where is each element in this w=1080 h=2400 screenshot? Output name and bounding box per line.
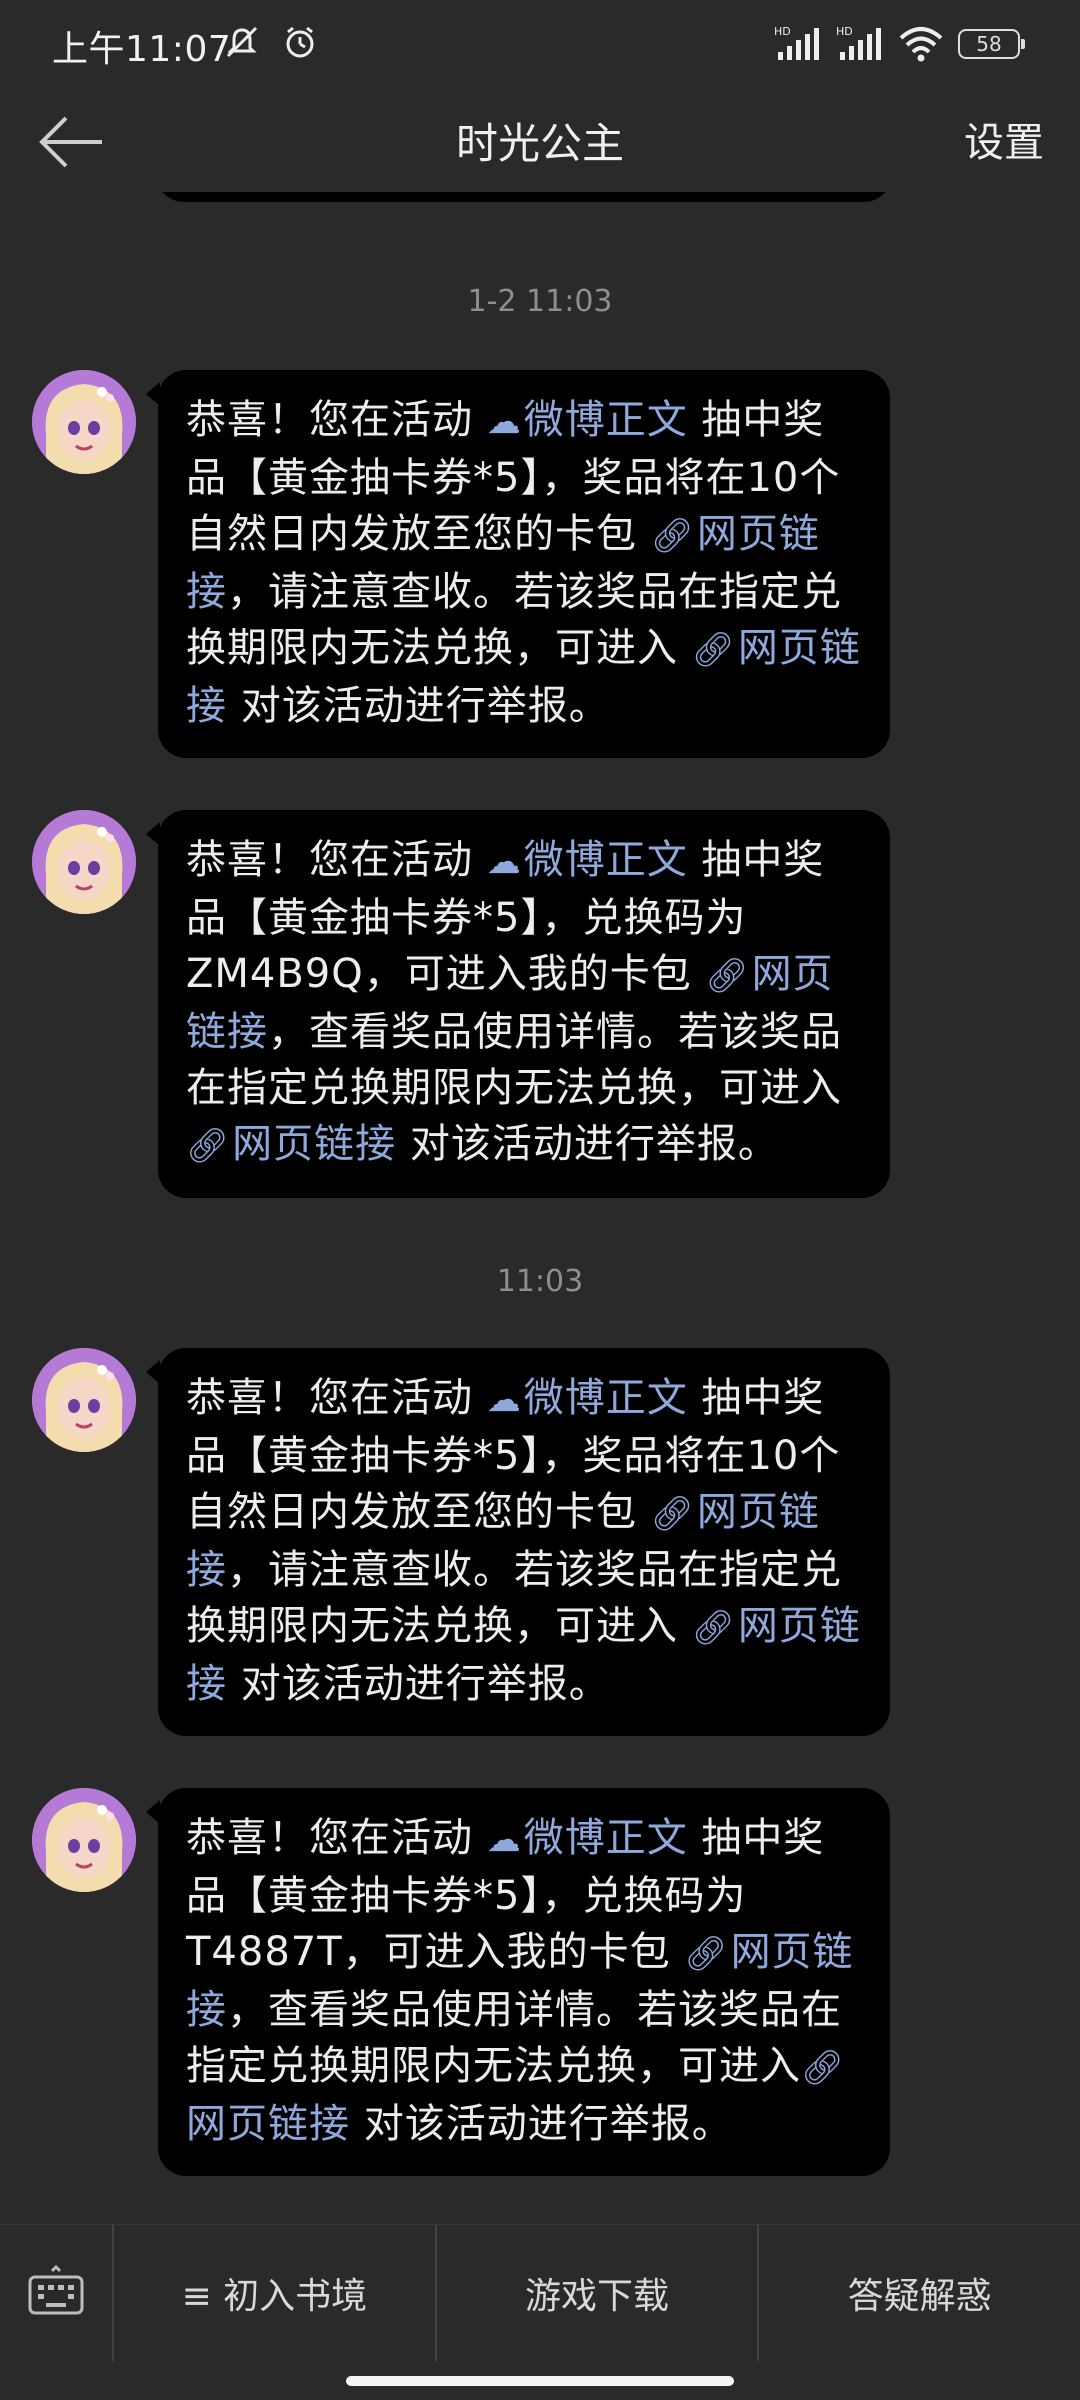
bottom-menu-bar: ≡ 初入书境 游戏下载 答疑解惑 xyxy=(0,2224,1080,2361)
svg-text:HD: HD xyxy=(836,25,853,38)
settings-button[interactable]: 设置 xyxy=(964,110,1044,168)
link-icon: 🔗︎ xyxy=(705,956,750,996)
avatar[interactable] xyxy=(32,370,136,474)
message-bubble: 恭喜！您在活动 ☁微博正文 抽中奖品【黄金抽卡券*5】，兑换码为ZM4B9Q，可… xyxy=(146,810,890,1198)
avatar[interactable] xyxy=(32,1788,136,1892)
weibo-post-link[interactable]: ☁微博正文 xyxy=(487,1815,688,1861)
link-icon: 🔗︎ xyxy=(684,1934,729,1974)
status-bar: 上午11:07 HD HD 58 xyxy=(0,0,1080,92)
link-icon: 🔗︎ xyxy=(691,630,736,670)
princess-avatar-icon xyxy=(32,1788,136,1892)
timestamp: 11:03 xyxy=(496,1264,584,1299)
message-bubble: 恭喜！您在活动 ☁微博正文 抽中奖品【黄金抽卡券*5】，奖品将在10个自然日内发… xyxy=(146,1348,890,1736)
page-title: 时光公主 xyxy=(455,119,624,168)
princess-avatar-icon xyxy=(32,810,136,914)
timestamp: 1-2 11:03 xyxy=(467,284,613,319)
chat-header: 时光公主 设置 xyxy=(0,92,1080,192)
menu-item-game-download[interactable]: 游戏下载 xyxy=(437,2225,760,2361)
menu-item-faq[interactable]: 答疑解惑 xyxy=(759,2225,1080,2361)
wifi-icon xyxy=(899,27,943,62)
link-icon: 🔗︎ xyxy=(650,516,695,556)
princess-avatar-icon xyxy=(32,370,136,474)
previous-message-bubble xyxy=(156,192,892,202)
link-icon: 🔗︎ xyxy=(650,1494,695,1534)
battery-level: 58 xyxy=(976,32,1002,56)
home-indicator[interactable] xyxy=(346,2376,734,2386)
weibo-icon: ☁ xyxy=(486,842,522,882)
mute-icon xyxy=(226,26,258,58)
signal-hd-icon: HD xyxy=(774,25,819,60)
message-bubble: 恭喜！您在活动 ☁微博正文 抽中奖品【黄金抽卡券*5】，奖品将在10个自然日内发… xyxy=(146,370,890,758)
link-icon: 🔗︎ xyxy=(691,1608,736,1648)
alarm-icon xyxy=(286,26,314,58)
menu-item-intro[interactable]: ≡ 初入书境 xyxy=(114,2225,437,2361)
weibo-icon: ☁ xyxy=(486,1820,522,1860)
battery-icon: 58 xyxy=(958,29,1025,59)
link-icon: 🔗︎ xyxy=(186,1126,231,1166)
avatar[interactable] xyxy=(32,810,136,914)
svg-text:HD: HD xyxy=(774,25,791,38)
weibo-icon: ☁ xyxy=(486,1380,522,1420)
weibo-post-link[interactable]: ☁微博正文 xyxy=(487,837,688,883)
keyboard-toggle-button[interactable] xyxy=(0,2225,114,2361)
weibo-icon: ☁ xyxy=(486,402,522,442)
message-bubble: 恭喜！您在活动 ☁微博正文 抽中奖品【黄金抽卡券*5】，兑换码为T4887T，可… xyxy=(146,1788,890,2176)
signal-hd-icon-2: HD xyxy=(836,25,881,60)
weibo-post-link[interactable]: ☁微博正文 xyxy=(487,397,688,443)
status-time: 上午11:07 xyxy=(52,29,232,70)
chat-list[interactable]: 1-2 11:03 恭喜！您在活动 ☁微博正文 抽中奖品【黄金抽卡券*5】，奖品… xyxy=(0,192,1080,2222)
web-link[interactable]: 🔗︎网页链接 xyxy=(186,1121,396,1167)
weibo-post-link[interactable]: ☁微博正文 xyxy=(487,1375,688,1421)
link-icon: 🔗︎ xyxy=(801,2048,846,2088)
avatar[interactable] xyxy=(32,1348,136,1452)
princess-avatar-icon xyxy=(32,1348,136,1452)
keyboard-icon xyxy=(28,2264,84,2315)
